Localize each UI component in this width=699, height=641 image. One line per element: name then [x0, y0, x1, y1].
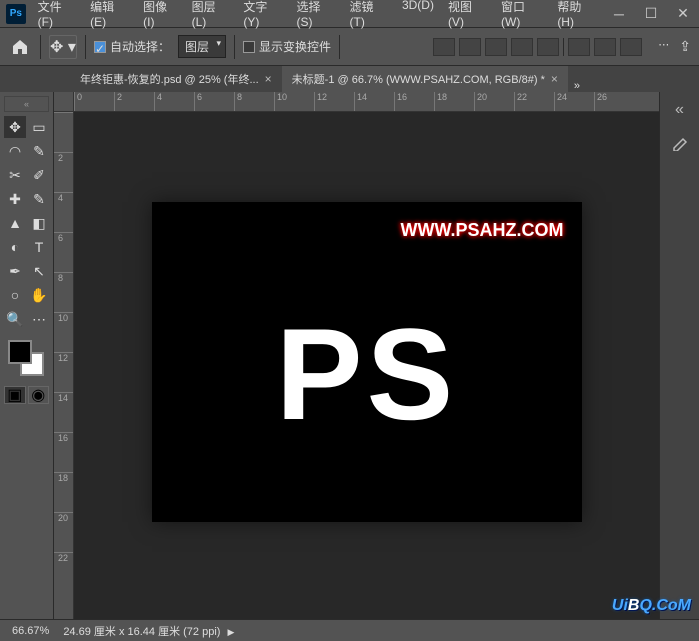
hand-tool[interactable]: ✋	[28, 284, 50, 306]
options-bar: ✥ ▾ ✓ 自动选择： 图层 显示变换控件 ⋯ ⇪	[0, 28, 699, 66]
quick-mask-mode[interactable]: ◉	[28, 386, 50, 404]
shape-tool[interactable]: ○	[4, 284, 26, 306]
minimize-button[interactable]: ─	[603, 0, 635, 28]
distribute-icon[interactable]	[568, 38, 590, 56]
align-icon[interactable]	[537, 38, 559, 56]
marquee-tool[interactable]: ▭	[28, 116, 50, 138]
tab-document-1[interactable]: 年终钜惠-恢复的.psd @ 25% (年终... ×	[70, 66, 282, 92]
watermark-text[interactable]: WWW.PSAHZ.COM	[401, 220, 564, 241]
titlebar: Ps 文件(F) 编辑(E) 图像(I) 图层(L) 文字(Y) 选择(S) 滤…	[0, 0, 699, 28]
menu-view[interactable]: 视图(V)	[442, 0, 493, 33]
window-controls: ─ ☐ ✕	[603, 0, 699, 28]
align-icon[interactable]	[459, 38, 481, 56]
move-tool-indicator[interactable]: ✥ ▾	[49, 35, 77, 59]
path-select-tool[interactable]: ↖	[28, 260, 50, 282]
standard-mode[interactable]: ▣	[4, 386, 26, 404]
tab-document-2[interactable]: 未标题-1 @ 66.7% (WWW.PSAHZ.COM, RGB/8#) * …	[282, 66, 568, 92]
divider	[339, 35, 340, 59]
close-icon[interactable]: ×	[551, 72, 558, 86]
main-area: « ✥ ▭ ◠ ✎ ✂ ✐ ✚ ✎ ▲ ◧ ◐ T ✒ ↖ ○ ✋ 🔍 ⋯ ▣	[0, 92, 699, 619]
maximize-button[interactable]: ☐	[635, 0, 667, 28]
menu-filter[interactable]: 滤镜(T)	[344, 0, 394, 33]
home-icon[interactable]	[8, 35, 32, 59]
color-swatches[interactable]	[4, 340, 49, 380]
auto-select-label: 自动选择：	[110, 38, 170, 55]
ruler-vertical[interactable]: 24 6810 121416 182022	[54, 112, 74, 619]
align-icon[interactable]	[485, 38, 507, 56]
close-icon[interactable]: ×	[265, 72, 272, 86]
document-dimensions[interactable]: 24.69 厘米 x 16.44 厘米 (72 ppi) ▶	[63, 623, 234, 639]
menu-select[interactable]: 选择(S)	[290, 0, 341, 33]
document-tabs: 年终钜惠-恢复的.psd @ 25% (年终... × 未标题-1 @ 66.7…	[0, 66, 699, 92]
type-tool[interactable]: T	[28, 236, 50, 258]
more-tools[interactable]: ⋯	[28, 308, 50, 330]
tab-label: 年终钜惠-恢复的.psd @ 25% (年终...	[80, 71, 259, 87]
more-options[interactable]: ⋯	[658, 38, 669, 56]
tab-label: 未标题-1 @ 66.7% (WWW.PSAHZ.COM, RGB/8#) *	[292, 71, 545, 87]
ruler-horizontal[interactable]: 024 6810 121416 182022 2426	[74, 92, 659, 112]
checkbox-icon: ✓	[94, 41, 106, 53]
chevron-right-icon: ▶	[228, 627, 235, 637]
menu-3d[interactable]: 3D(D)	[396, 0, 440, 33]
status-bar: 66.67% 24.69 厘米 x 16.44 厘米 (72 ppi) ▶	[0, 619, 699, 641]
checkbox-icon	[243, 41, 255, 53]
align-icon[interactable]	[511, 38, 533, 56]
close-button[interactable]: ✕	[667, 0, 699, 28]
toolbox: « ✥ ▭ ◠ ✎ ✂ ✐ ✚ ✎ ▲ ◧ ◐ T ✒ ↖ ○ ✋ 🔍 ⋯ ▣	[0, 92, 54, 619]
clone-tool[interactable]: ▲	[4, 212, 26, 234]
auto-select-dropdown[interactable]: 图层	[178, 35, 226, 58]
edit-pencil-icon[interactable]	[668, 132, 692, 152]
menu-layer[interactable]: 图层(L)	[186, 0, 236, 33]
divider	[85, 35, 86, 59]
spacer	[646, 38, 654, 56]
lasso-tool[interactable]: ◠	[4, 140, 26, 162]
menu-file[interactable]: 文件(F)	[32, 0, 82, 33]
share-icon[interactable]: ⇪	[679, 38, 691, 56]
menu-text[interactable]: 文字(Y)	[237, 0, 288, 33]
app-logo: Ps	[6, 4, 26, 24]
divider	[234, 35, 235, 59]
zoom-tool[interactable]: 🔍	[4, 308, 26, 330]
divider	[563, 38, 564, 56]
auto-select-checkbox[interactable]: ✓ 自动选择：	[94, 38, 170, 55]
menu-help[interactable]: 帮助(H)	[551, 0, 603, 33]
menu-window[interactable]: 窗口(W)	[495, 0, 549, 33]
tab-overflow[interactable]: »	[568, 80, 586, 92]
right-panel: «	[659, 92, 699, 619]
ruler-corner[interactable]	[54, 92, 74, 112]
zoom-level[interactable]: 66.67%	[12, 625, 49, 637]
mask-modes: ▣ ◉	[4, 386, 49, 404]
toolbox-collapse[interactable]: «	[4, 96, 49, 112]
panel-expand-icon[interactable]: «	[668, 100, 692, 120]
pen-tool[interactable]: ✒	[4, 260, 26, 282]
site-watermark: UiBQ.CoM	[612, 597, 691, 615]
eyedropper-tool[interactable]: ✐	[28, 164, 50, 186]
canvas-area: 024 6810 121416 182022 2426 24 6810 1214…	[54, 92, 659, 619]
canvas-viewport[interactable]: WWW.PSAHZ.COM PS	[74, 112, 659, 619]
move-tool[interactable]: ✥	[4, 116, 26, 138]
distribute-icon[interactable]	[620, 38, 642, 56]
divider	[40, 35, 41, 59]
align-icons-group: ⋯ ⇪	[433, 38, 691, 56]
gradient-tool[interactable]: ◐	[4, 236, 26, 258]
healing-tool[interactable]: ✚	[4, 188, 26, 210]
show-transform-checkbox[interactable]: 显示变换控件	[243, 38, 331, 55]
crop-tool[interactable]: ✂	[4, 164, 26, 186]
show-transform-label: 显示变换控件	[259, 38, 331, 55]
menu-image[interactable]: 图像(I)	[137, 0, 184, 33]
brush-tool[interactable]: ✎	[28, 188, 50, 210]
canvas[interactable]: WWW.PSAHZ.COM PS	[152, 202, 582, 522]
quick-select-tool[interactable]: ✎	[28, 140, 50, 162]
menu-edit[interactable]: 编辑(E)	[84, 0, 135, 33]
main-menu: 文件(F) 编辑(E) 图像(I) 图层(L) 文字(Y) 选择(S) 滤镜(T…	[32, 0, 603, 33]
align-icon[interactable]	[433, 38, 455, 56]
foreground-color-swatch[interactable]	[8, 340, 32, 364]
eraser-tool[interactable]: ◧	[28, 212, 50, 234]
distribute-icon[interactable]	[594, 38, 616, 56]
main-text-layer[interactable]: PS	[276, 299, 457, 449]
